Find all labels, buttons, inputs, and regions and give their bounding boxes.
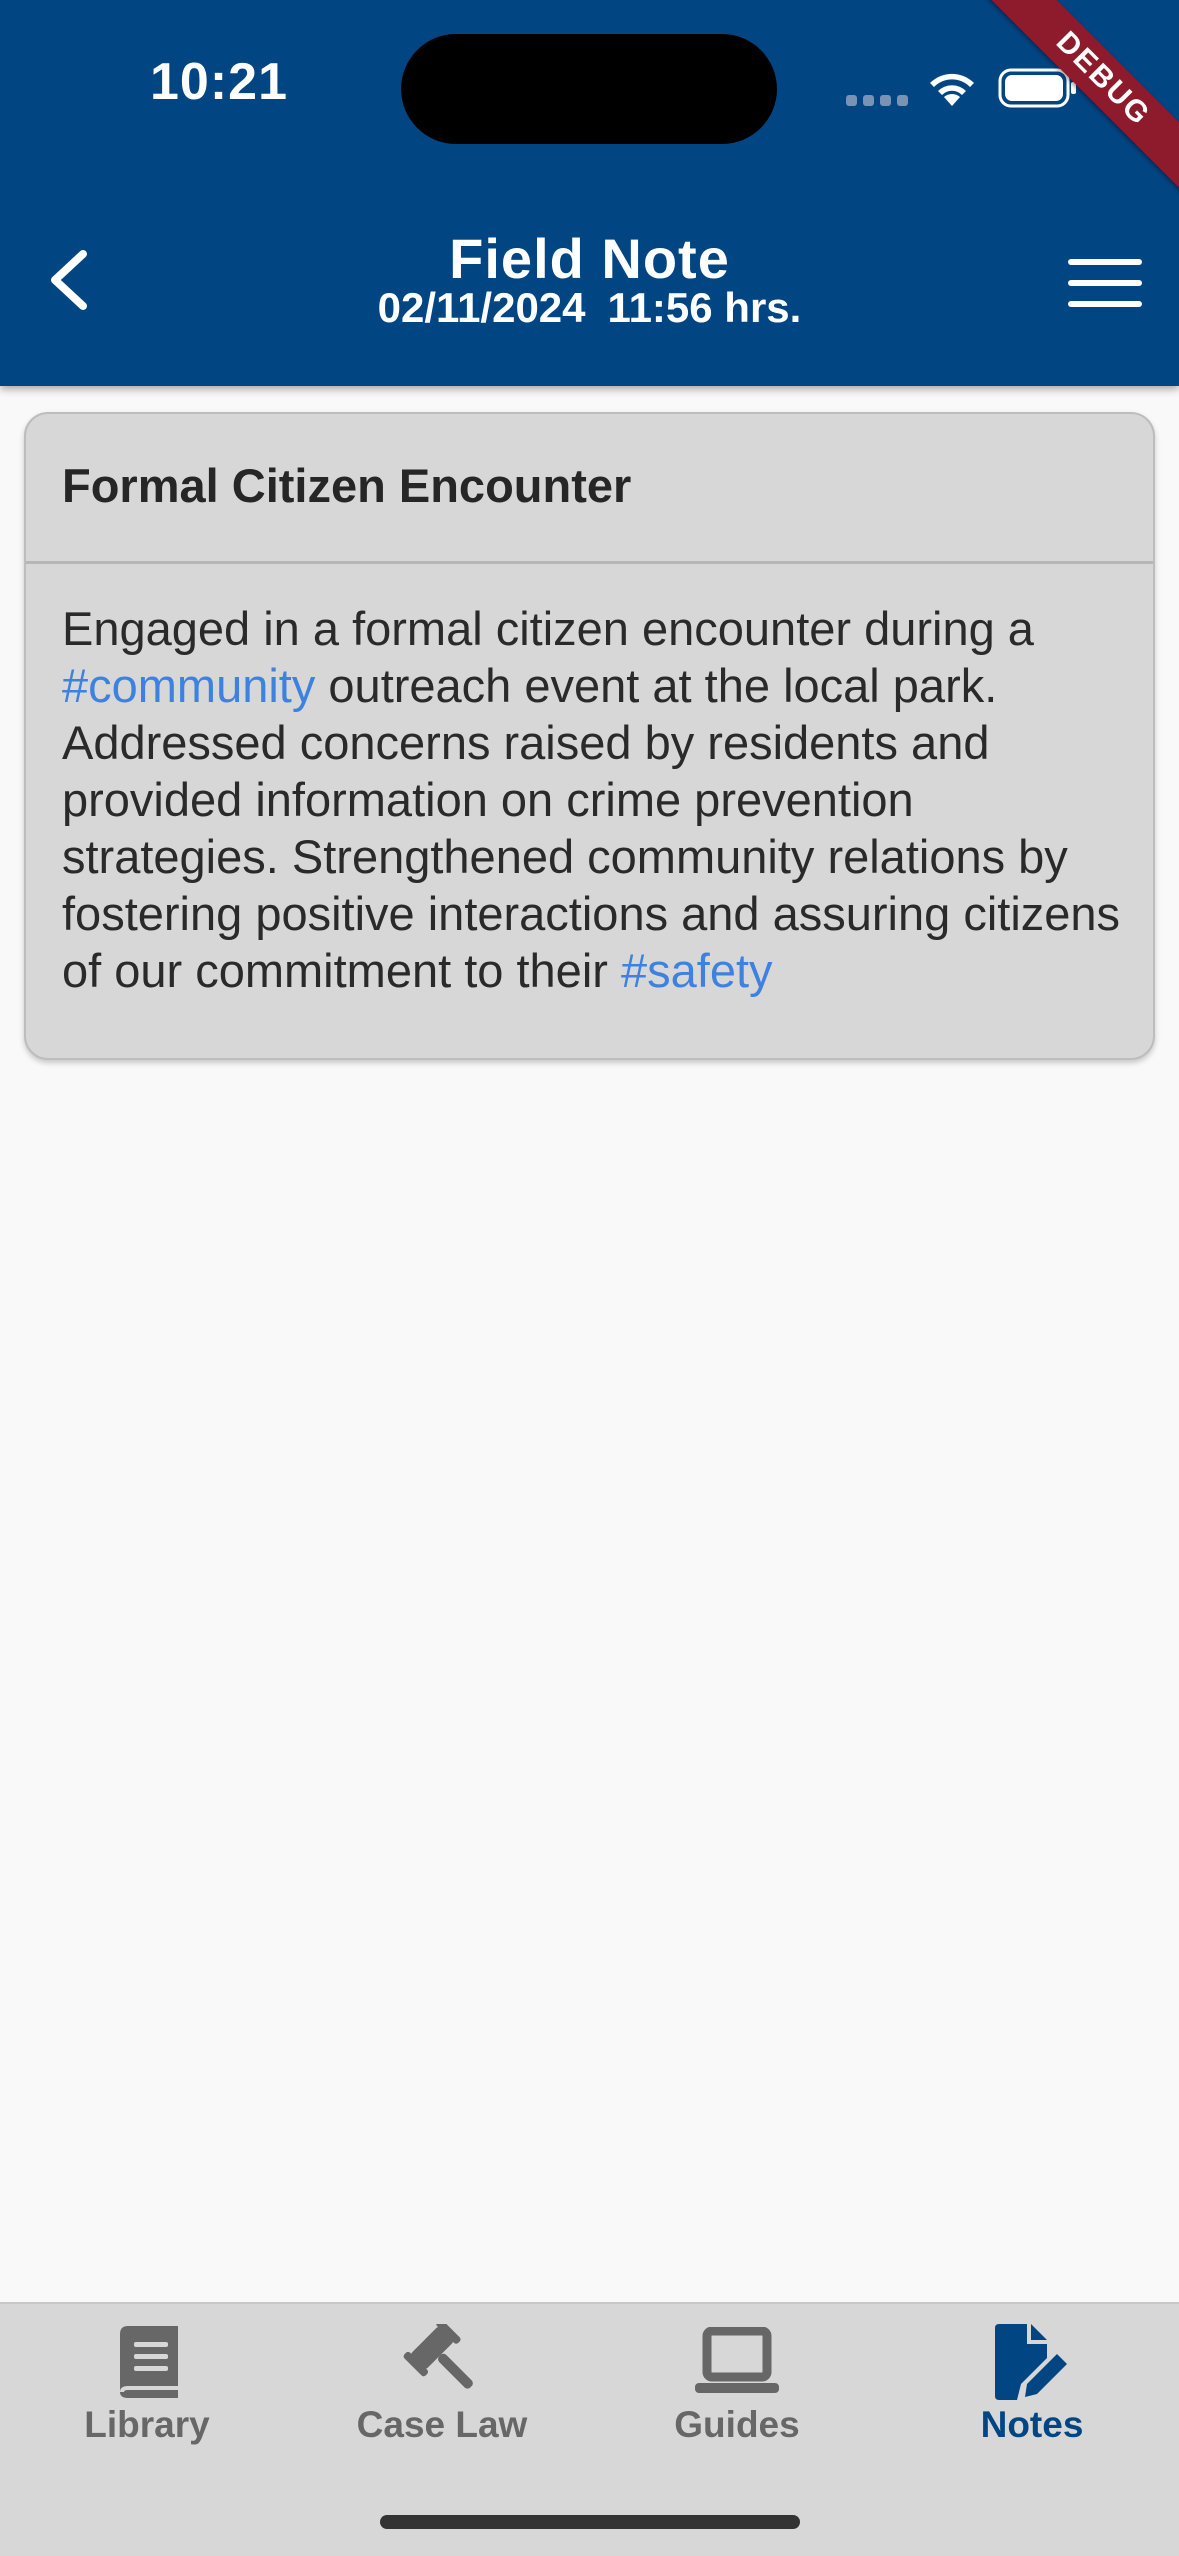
nav-label-guides: Guides [674, 2404, 800, 2445]
note-time: 11:56 hrs. [607, 284, 802, 331]
hashtag-community[interactable]: #community [62, 659, 315, 712]
nav-item-library[interactable]: Library [37, 2322, 257, 2462]
cellular-signal-icon [846, 95, 908, 106]
app-header: 10:21 DEBUG Field Note 02/11/2024 11:56 h… [0, 0, 1179, 386]
dynamic-island [401, 34, 777, 144]
note-card-header: Formal Citizen Encounter [26, 414, 1153, 564]
status-time: 10:21 [150, 53, 288, 111]
note-edit-icon [995, 2324, 1067, 2400]
note-timestamp: 02/11/2024 11:56 hrs. [0, 284, 1179, 332]
home-indicator[interactable] [380, 2515, 800, 2529]
nav-item-guides[interactable]: Guides [627, 2322, 847, 2462]
note-body: Engaged in a formal citizen encounter du… [26, 564, 1153, 999]
hashtag-safety[interactable]: #safety [621, 944, 773, 997]
note-card[interactable]: Formal Citizen Encounter Engaged in a fo… [24, 412, 1155, 1060]
nav-item-case-law[interactable]: Case Law [332, 2322, 552, 2462]
nav-label-case-law: Case Law [356, 2404, 528, 2445]
book-icon [120, 2326, 178, 2398]
page-title: Field Note [449, 227, 730, 290]
hamburger-menu-icon [1068, 259, 1142, 307]
nav-item-notes[interactable]: Notes [922, 2322, 1142, 2462]
gavel-icon [403, 2324, 473, 2389]
note-date: 02/11/2024 [377, 284, 586, 331]
laptop-icon [695, 2327, 779, 2393]
nav-label-notes: Notes [980, 2404, 1084, 2445]
nav-label-library: Library [84, 2404, 210, 2445]
menu-button[interactable] [1060, 248, 1150, 318]
note-title: Formal Citizen Encounter [62, 459, 632, 512]
wifi-icon [930, 73, 974, 106]
note-text: Engaged in a formal citizen encounter du… [62, 602, 1034, 655]
